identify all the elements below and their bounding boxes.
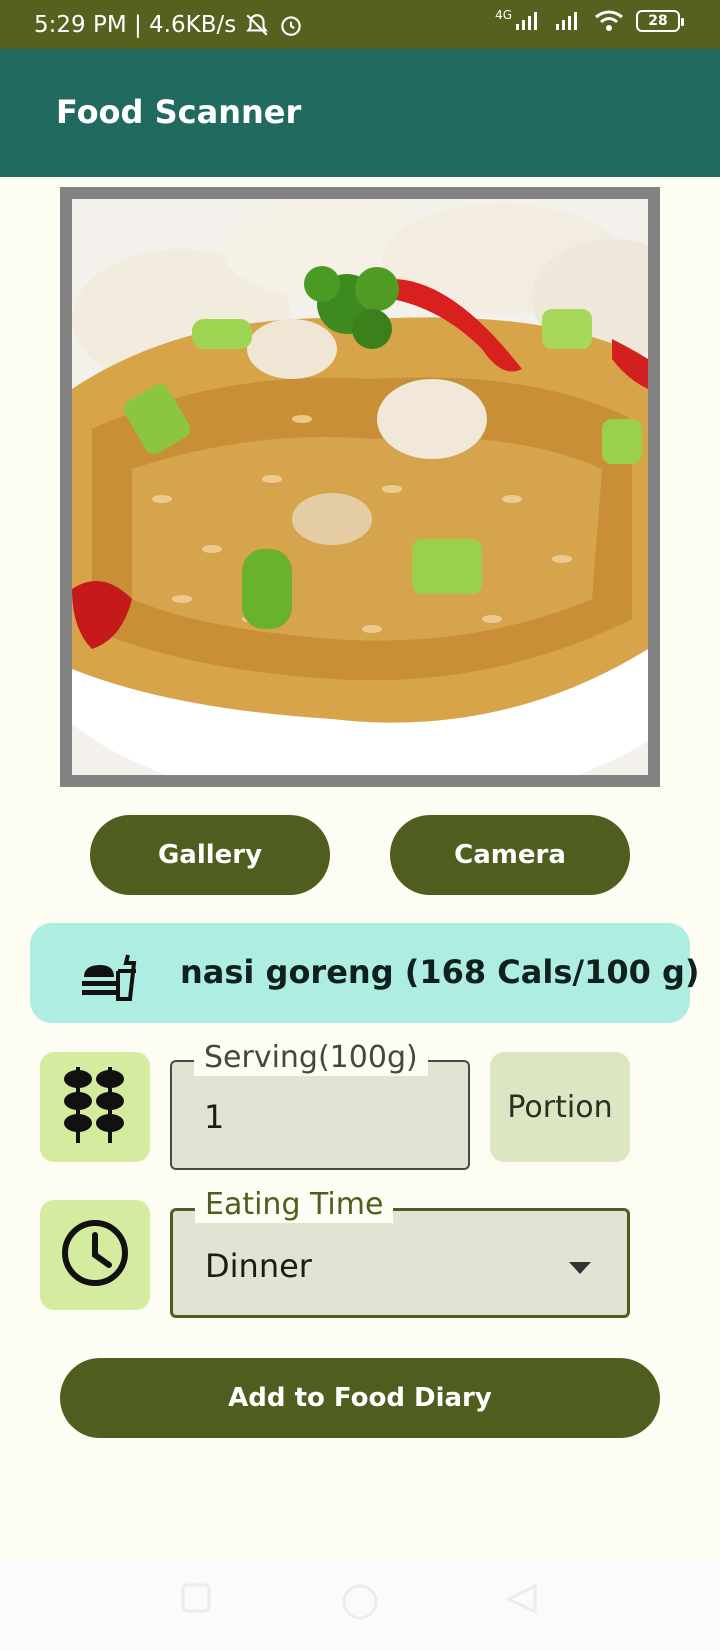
alarm-icon [278,12,304,38]
serving-label: Serving(100g) [194,1040,428,1076]
signal-icon-2 [554,10,582,32]
status-bar: 5:29 PM | 4.6KB/s 4G 28 [0,0,720,49]
camera-button[interactable]: Camera [390,815,630,895]
serving-icon-tile [40,1052,150,1162]
food-result-card: nasi goreng (168 Cals/100 g) [30,923,700,1023]
home-icon[interactable] [340,1582,380,1626]
recents-icon[interactable] [180,1582,212,1618]
status-right: 4G 28 [495,8,684,32]
app-bar: Food Scanner [0,49,720,177]
status-time: 5:29 PM | 4.6KB/s [34,12,237,38]
dropdown-arrow-icon[interactable] [569,1259,591,1278]
navigation-bar [0,1560,720,1650]
serving-field[interactable]: Serving(100g) 1 [170,1040,470,1170]
network-type-label: 4G [495,8,512,22]
muted-bell-icon [244,12,270,38]
skewer-icon [60,1065,130,1149]
eating-time-value: Dinner [205,1247,312,1285]
eating-time-icon-tile [40,1200,150,1310]
gallery-button[interactable]: Gallery [90,815,330,895]
eating-time-label: Eating Time [195,1187,394,1223]
back-icon[interactable] [505,1582,539,1620]
status-left: 5:29 PM | 4.6KB/s [34,12,304,38]
food-image-frame [60,187,660,787]
serving-value[interactable]: 1 [204,1098,224,1136]
food-photo [72,199,648,775]
eating-time-dropdown[interactable]: Eating Time Dinner [170,1187,630,1318]
battery-icon: 28 [636,10,684,32]
add-to-food-diary-button[interactable]: Add to Food Diary [60,1358,660,1438]
signal-icon [514,10,542,32]
wifi-icon [594,10,624,32]
clock-icon [59,1217,131,1293]
app-title: Food Scanner [56,93,302,131]
food-result-text: nasi goreng (168 Cals/100 g) [180,953,700,991]
food-tray-icon [80,951,140,1001]
portion-button[interactable]: Portion [490,1052,630,1162]
